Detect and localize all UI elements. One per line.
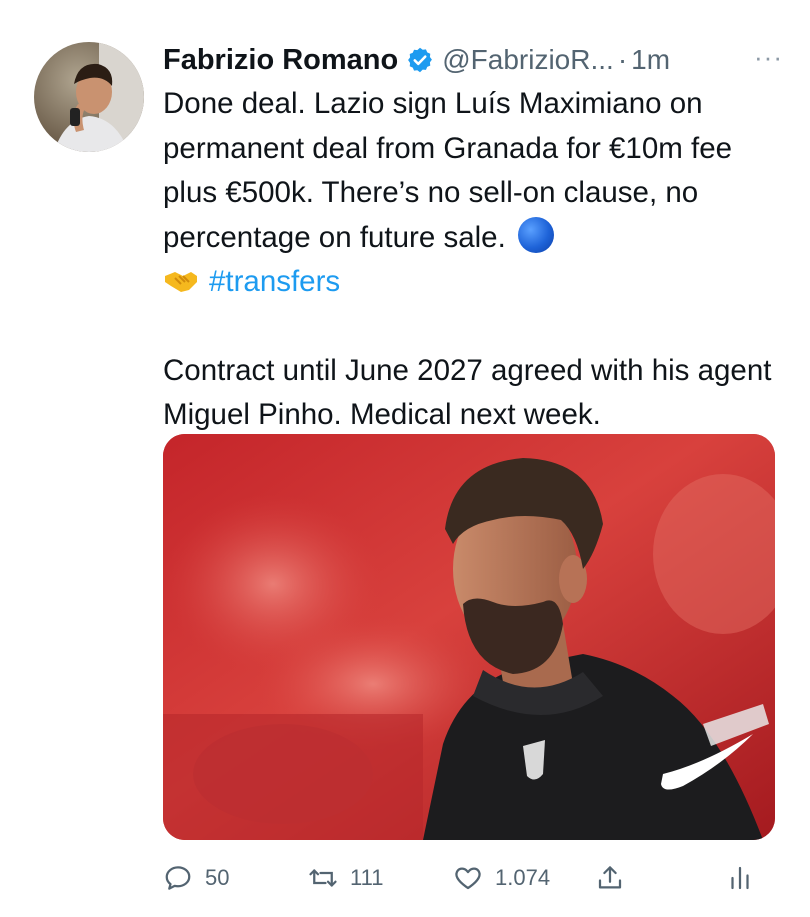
avatar-image	[34, 42, 144, 152]
retweet-icon	[309, 869, 337, 887]
verified-badge-icon	[408, 47, 433, 73]
analytics-button[interactable]	[725, 863, 755, 893]
analytics-icon	[731, 866, 749, 890]
player-photo	[163, 434, 775, 840]
separator-dot: ·	[617, 44, 628, 75]
tweet-header: Fabrizio Romano @FabrizioR... · 1m ···	[163, 40, 783, 80]
share-button[interactable]	[595, 863, 625, 893]
reply-icon	[165, 866, 191, 890]
tweet-paragraph-2: Contract until June 2027 agreed with his…	[163, 353, 772, 432]
author-avatar[interactable]	[34, 42, 144, 152]
share-icon	[598, 866, 622, 889]
blue-circle-emoji	[517, 216, 554, 253]
like-count: 1.074	[495, 865, 551, 890]
reply-button[interactable]: 50	[163, 863, 229, 893]
tweet-body: Done deal. Lazio sign Luís Maximiano on …	[163, 82, 783, 438]
like-button[interactable]: 1.074	[453, 863, 550, 893]
tweet-media-image[interactable]	[163, 434, 775, 840]
tweet-paragraph-1-text: Done deal. Lazio sign Luís Maximiano on …	[163, 87, 733, 254]
retweet-button[interactable]: 111	[308, 863, 383, 893]
heart-icon	[455, 867, 481, 890]
hashtag-line: #transfers	[163, 260, 783, 305]
more-dots-icon[interactable]: ···	[754, 42, 783, 73]
author-name[interactable]: Fabrizio Romano	[163, 44, 398, 77]
tweet-timestamp[interactable]: 1m	[631, 44, 670, 76]
handshake-emoji	[165, 272, 197, 292]
reply-count: 50	[205, 865, 230, 890]
tweet-paragraph-1: Done deal. Lazio sign Luís Maximiano on …	[163, 82, 783, 260]
retweet-count: 111	[350, 865, 384, 890]
hashtag-link[interactable]: #transfers	[209, 265, 340, 298]
author-handle[interactable]: @FabrizioR...	[442, 44, 614, 76]
tweet-actions: 50 111 1.074	[163, 856, 775, 900]
